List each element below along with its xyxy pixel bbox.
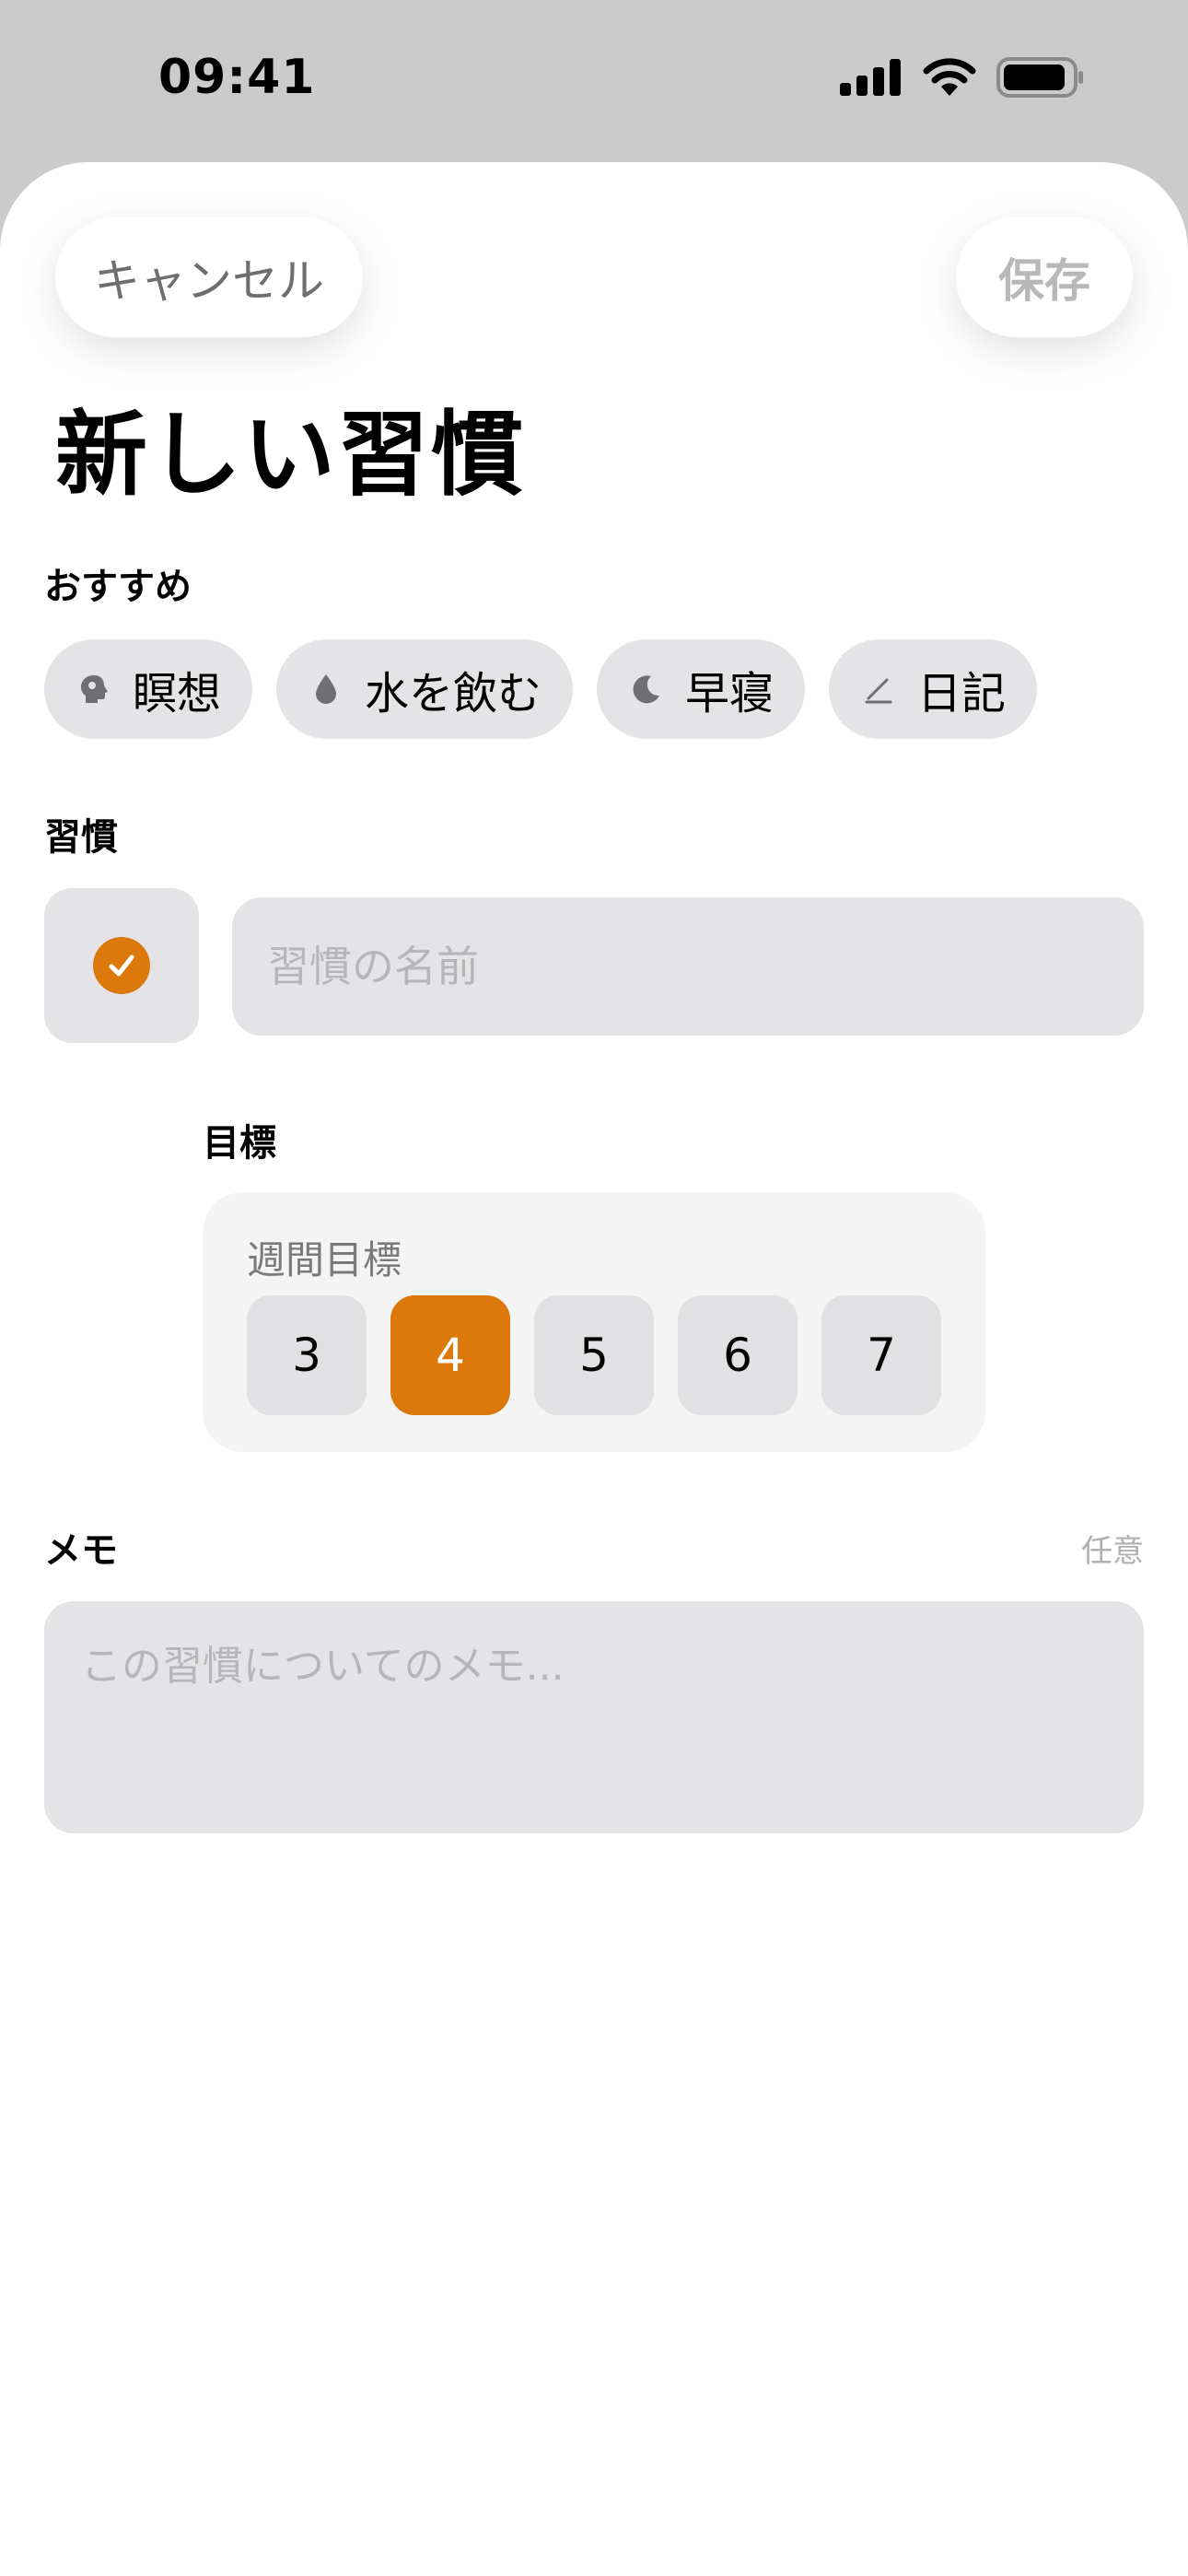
save-button[interactable]: 保存 <box>956 217 1133 337</box>
status-icons <box>840 57 1085 98</box>
suggestion-chip-drink-water[interactable]: 水を飲む <box>276 639 574 739</box>
drop-icon <box>308 671 344 708</box>
habit-name-input[interactable] <box>232 897 1144 1036</box>
goal-card: 週間目標 3 4 5 6 7 <box>203 1192 985 1452</box>
goal-option-6[interactable]: 6 <box>678 1295 798 1415</box>
goal-options: 3 4 5 6 7 <box>247 1295 941 1415</box>
suggestion-chip-diary[interactable]: 日記 <box>829 639 1038 739</box>
checkmark-circle-icon <box>93 937 150 994</box>
pencil-icon <box>860 671 897 708</box>
new-habit-sheet: キャンセル 保存 新しい習慣 おすすめ 瞑想 水を飲む 早寝 日記 習慣 習慣の… <box>0 162 1188 2576</box>
suggestions-label: おすすめ <box>44 566 192 608</box>
goal-label: 目標 <box>203 1122 276 1165</box>
suggestion-chip-label: 早寝 <box>685 668 775 720</box>
optional-tag: 任意 <box>1081 1533 1144 1570</box>
page-title: 新しい習慣 <box>55 401 525 509</box>
status-time: 09:41 <box>158 50 316 105</box>
weekly-goal-label: 週間目標 <box>247 1237 402 1282</box>
battery-icon <box>996 57 1083 98</box>
memo-input[interactable] <box>44 1601 1144 1833</box>
suggestion-chip-label: 瞑想 <box>133 668 222 720</box>
wifi-icon <box>923 58 976 96</box>
goal-option-7[interactable]: 7 <box>821 1295 941 1415</box>
cancel-button[interactable]: キャンセル <box>55 217 363 337</box>
suggestion-chip-label: 日記 <box>917 668 1007 720</box>
habit-label: 習慣 <box>44 816 118 859</box>
suggestion-chips: 瞑想 水を飲む 早寝 日記 <box>44 639 1038 739</box>
memo-label: メモ <box>44 1529 118 1572</box>
goal-option-4[interactable]: 4 <box>390 1295 510 1415</box>
status-bar: 09:41 <box>0 0 1188 162</box>
goal-option-5[interactable]: 5 <box>534 1295 654 1415</box>
signal-icon <box>840 59 901 96</box>
suggestion-chip-label: 水を飲む <box>365 668 542 720</box>
suggestion-chip-meditation[interactable]: 瞑想 <box>44 639 253 739</box>
habit-icon-picker[interactable] <box>44 888 199 1043</box>
goal-option-3[interactable]: 3 <box>247 1295 367 1415</box>
suggestion-chip-early-sleep[interactable]: 早寝 <box>597 639 806 739</box>
moon-icon <box>628 671 665 708</box>
brain-icon <box>76 671 112 708</box>
